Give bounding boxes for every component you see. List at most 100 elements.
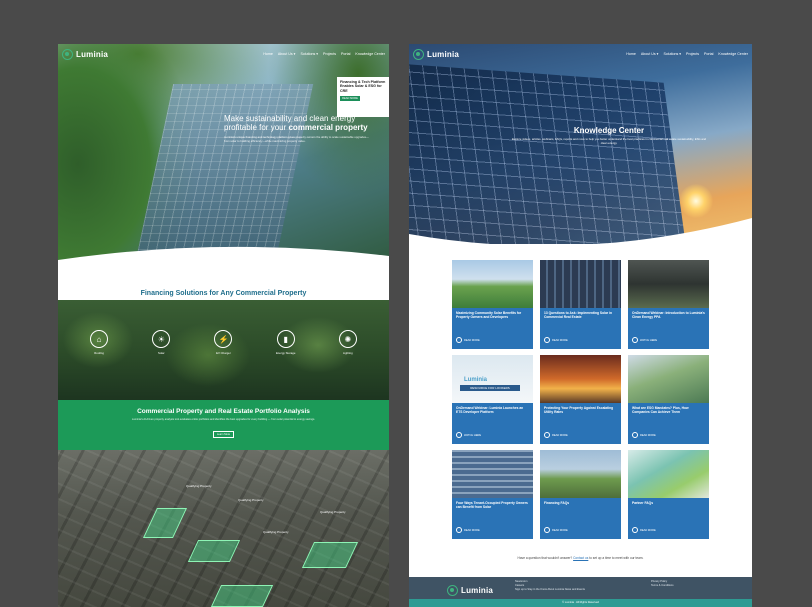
portfolio-body: Luminia's AI-driven property analysis to… — [131, 418, 316, 421]
hero-headline: Make sustainability and clean energy pro… — [224, 114, 368, 133]
footer-link-newsroom[interactable]: Newsroom — [515, 580, 585, 583]
hero-section: Luminia Home About Us ▾ Solutions ▾ Proj… — [58, 44, 389, 266]
financing-title: Financing Solutions for Any Commercial P… — [140, 290, 307, 297]
solution-ev-charger[interactable]: ⚡ EV Charger — [203, 330, 243, 355]
hero-wave-divider — [58, 246, 389, 266]
nav-home[interactable]: Home — [626, 52, 636, 56]
solution-roofing[interactable]: ⌂ Roofing — [79, 330, 119, 355]
nav-portal[interactable]: Portal — [341, 52, 350, 56]
logo-icon — [62, 48, 73, 60]
card-title: Four Ways Tenant-Occupied Property Owner… — [456, 501, 528, 510]
card-read-more[interactable]: READ MORE — [544, 337, 568, 343]
card-read-more[interactable]: READ MORE — [632, 432, 656, 438]
card-read-more[interactable]: READ MORE — [544, 527, 568, 533]
card-watch-here[interactable]: WATCH HERE — [632, 337, 657, 343]
property-label: Qualifying Property — [320, 510, 346, 514]
card-image — [540, 450, 621, 498]
nav-projects[interactable]: Projects — [686, 52, 699, 56]
resource-card[interactable]: Maximizing Community Solar Benefits for … — [452, 260, 533, 349]
highlighted-property — [210, 585, 274, 607]
resource-card[interactable]: OnDemand Webinar: Introduction to Lumini… — [628, 260, 709, 349]
card-logo: Luminia — [464, 377, 488, 383]
property-label: Qualifying Property — [238, 498, 264, 502]
resource-card-grid: Maximizing Community Solar Benefits for … — [452, 260, 710, 539]
footer-link-newsletter[interactable]: Sign up to Stay in the Know About Lumini… — [515, 588, 585, 591]
card-title: Financing FAQs — [544, 501, 570, 505]
footer-link-careers[interactable]: Careers — [515, 584, 585, 587]
read-icon — [632, 527, 638, 533]
nav-menu: Home About Us ▾ Solutions ▾ Projects Por… — [263, 52, 385, 56]
card-image — [628, 355, 709, 403]
resource-card[interactable]: Protecting Your Property Against Escalat… — [540, 355, 621, 444]
card-title: Protecting Your Property Against Escalat… — [544, 406, 614, 415]
card-image: Luminia RESOURCE FOR LOOKERS — [452, 355, 533, 403]
play-icon — [456, 432, 462, 438]
read-icon — [456, 337, 462, 343]
solution-lighting[interactable]: ✺ Lighting — [328, 330, 368, 355]
highlighted-property — [143, 508, 187, 538]
resource-card[interactable]: Financing FAQs READ MORE — [540, 450, 621, 539]
resource-card[interactable]: Four Ways Tenant-Occupied Property Owner… — [452, 450, 533, 539]
card-image — [628, 260, 709, 308]
card-read-more[interactable]: READ MORE — [456, 337, 480, 343]
card-read-more[interactable]: READ MORE — [544, 432, 568, 438]
brand-logo[interactable]: Luminia — [62, 48, 109, 60]
nav-menu: Home About Us ▾ Solutions ▾ Projects Por… — [626, 52, 748, 56]
solution-energy-storage[interactable]: ▮ Energy Storage — [266, 330, 306, 355]
nav-projects[interactable]: Projects — [323, 52, 336, 56]
nav-solutions[interactable]: Solutions ▾ — [300, 52, 318, 56]
card-read-more[interactable]: READ MORE — [632, 527, 656, 533]
top-nav: Luminia Home About Us ▾ Solutions ▾ Proj… — [409, 44, 752, 64]
solution-label: Roofing — [94, 351, 104, 355]
resource-card[interactable]: What are ESG Mandates? Plus, How Compani… — [628, 355, 709, 444]
solution-label: Solar — [158, 351, 165, 355]
energy-storage-icon: ▮ — [276, 330, 295, 348]
card-title: Partner FAQs — [632, 501, 654, 505]
ev-charger-icon: ⚡ — [214, 330, 233, 348]
brand-name: Luminia — [461, 586, 494, 595]
nav-home[interactable]: Home — [263, 52, 273, 56]
resource-card[interactable]: Luminia RESOURCE FOR LOOKERS OnDemand We… — [452, 355, 533, 444]
read-icon — [544, 527, 550, 533]
card-title: OnDemand Webinar: Introduction to Lumini… — [632, 311, 705, 320]
contact-us-link[interactable]: Contact us — [573, 556, 588, 560]
read-icon — [544, 432, 550, 438]
nav-knowledge-center[interactable]: Knowledge Center — [355, 52, 385, 56]
resource-card[interactable]: Partner FAQs READ MORE — [628, 450, 709, 539]
nav-portal[interactable]: Portal — [704, 52, 713, 56]
promo-button[interactable]: READ MORE — [340, 96, 360, 102]
footer-logo[interactable]: Luminia — [447, 585, 493, 596]
footer-link-terms[interactable]: Terms & Conditions — [651, 584, 674, 587]
solution-solar[interactable]: ☀ Solar — [141, 330, 181, 355]
card-image — [540, 355, 621, 403]
knowledge-hero-text: Knowledge Center Explore videos, article… — [509, 126, 709, 146]
portfolio-learn-more-button[interactable]: Learn More — [212, 430, 235, 438]
card-banner: RESOURCE FOR LOOKERS — [460, 385, 520, 391]
solution-label: Lighting — [342, 351, 353, 355]
property-label: Qualifying Property — [186, 484, 212, 488]
card-title: 13 Questions to Ask: Implementing Solar … — [544, 311, 613, 320]
brand-name: Luminia — [427, 49, 460, 59]
footer-link-privacy[interactable]: Privacy Policy — [651, 580, 674, 583]
nav-about-us[interactable]: About Us ▾ — [641, 52, 659, 56]
logo-icon — [413, 48, 424, 60]
brand-name: Luminia — [76, 49, 109, 59]
card-read-more[interactable]: READ MORE — [456, 527, 480, 533]
homepage-preview: Luminia Home About Us ▾ Solutions ▾ Proj… — [58, 44, 389, 607]
portfolio-analysis-section: Commercial Property and Real Estate Port… — [58, 400, 389, 450]
card-watch-here[interactable]: WATCH HERE — [456, 432, 481, 438]
brand-logo[interactable]: Luminia — [413, 48, 460, 60]
nav-knowledge-center[interactable]: Knowledge Center — [718, 52, 748, 56]
resource-card[interactable]: 13 Questions to Ask: Implementing Solar … — [540, 260, 621, 349]
contact-prompt: Have a question that wouldn't answer? Co… — [517, 556, 644, 560]
promo-card[interactable]: Financing & Tech Platform Enables Solar … — [337, 77, 389, 117]
solution-label: EV Charger — [216, 351, 231, 355]
nav-solutions[interactable]: Solutions ▾ — [663, 52, 681, 56]
hero-text: Make sustainability and clean energy pro… — [224, 114, 374, 144]
hero-wave-divider — [409, 218, 752, 244]
logo-icon — [447, 585, 458, 596]
nav-about-us[interactable]: About Us ▾ — [278, 52, 296, 56]
footer-links-legal: Privacy Policy Terms & Conditions — [651, 580, 674, 587]
knowledge-hero: Luminia Home About Us ▾ Solutions ▾ Proj… — [409, 44, 752, 244]
solar-icon: ☀ — [152, 330, 171, 348]
